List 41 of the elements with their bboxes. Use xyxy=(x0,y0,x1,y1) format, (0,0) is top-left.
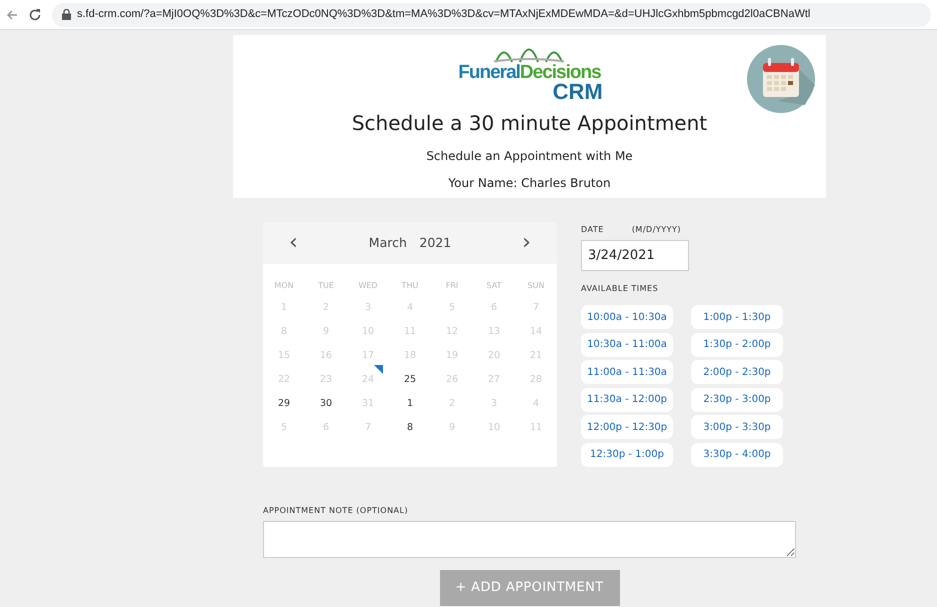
weekday-label: FRI xyxy=(444,280,460,292)
reload-icon[interactable] xyxy=(28,8,42,22)
note-field[interactable] xyxy=(263,520,796,558)
time-slot-button[interactable]: 12:00p - 12:30p xyxy=(581,415,673,439)
month-year-label: March 2021 xyxy=(368,234,452,252)
next-month-button[interactable]: › xyxy=(518,232,535,254)
back-icon[interactable] xyxy=(6,8,18,20)
time-slot-button[interactable]: 11:00a - 11:30a xyxy=(581,360,673,384)
time-slot-button[interactable]: 1:30p - 2:00p xyxy=(691,332,783,356)
time-slot-button[interactable]: 3:30p - 4:00p xyxy=(691,442,783,466)
note-label: APPOINTMENT NOTE (OPTIONAL) xyxy=(263,504,410,516)
time-slot-button[interactable]: 2:00p - 2:30p xyxy=(691,360,783,384)
weekday-label: MON xyxy=(273,280,295,292)
previous-month-button[interactable]: ‹ xyxy=(285,232,302,254)
weekday-label: SAT xyxy=(486,280,502,292)
page-title: Schedule a 30 minute Appointment xyxy=(350,110,708,137)
available-times-label: AVAILABLE TIMES xyxy=(581,283,660,295)
lock-icon xyxy=(62,9,71,20)
weekday-label: THU xyxy=(400,280,420,292)
time-slot-button[interactable]: 3:00p - 3:30p xyxy=(691,415,783,439)
calendar-day[interactable]: 29 xyxy=(278,398,290,409)
time-slot-button[interactable]: 2:30p - 3:00p xyxy=(691,388,783,412)
calendar-day[interactable]: 30 xyxy=(320,398,332,409)
calendar-day[interactable]: 8 xyxy=(406,422,414,433)
time-slot-button[interactable]: 11:30a - 12:00p xyxy=(581,388,673,412)
calendar-day[interactable]: 25 xyxy=(404,374,416,385)
time-slot-button[interactable]: 12:30p - 1:00p xyxy=(581,442,673,466)
weekday-label: SUN xyxy=(526,280,546,292)
weekday-label: WED xyxy=(357,280,379,292)
calendar-day[interactable]: 1 xyxy=(406,398,414,409)
name-line: Your Name: Charles Bruton xyxy=(447,174,612,192)
time-slot-button[interactable]: 10:00a - 10:30a xyxy=(581,305,673,329)
time-slot-button[interactable]: 10:30a - 11:00a xyxy=(581,332,673,356)
date-label: DATE xyxy=(581,224,604,236)
logo: FuneralDecisions CRM xyxy=(458,41,601,102)
time-slot-button[interactable]: 1:00p - 1:30p xyxy=(691,305,783,329)
date-format-hint: (M/D/YYYY) xyxy=(632,224,682,236)
weekday-label: TUE xyxy=(317,280,335,292)
date-field[interactable]: 3/24/2021 xyxy=(581,240,689,271)
calendar-icon xyxy=(747,45,815,113)
subtitle: Schedule an Appointment with Me xyxy=(425,148,634,165)
